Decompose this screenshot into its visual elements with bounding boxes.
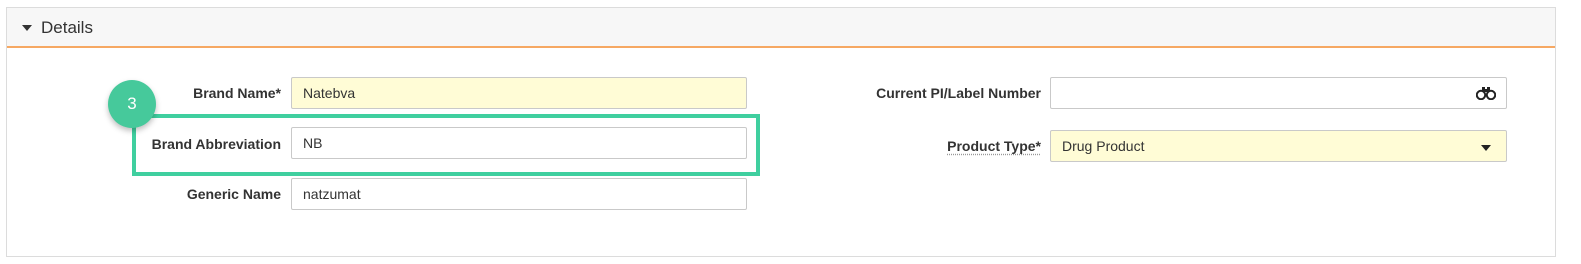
current-pi-label-number-input[interactable] [1050, 77, 1507, 109]
brand-name-input[interactable]: Natebva [291, 77, 747, 109]
caret-down-icon[interactable] [22, 25, 32, 31]
generic-name-input[interactable]: natzumat [291, 178, 747, 210]
product-type-value: Drug Product [1062, 138, 1145, 154]
highlight-box [132, 114, 760, 176]
current-pi-label-number-label: Current PI/Label Number [876, 85, 1041, 101]
details-panel-header[interactable]: Details [7, 8, 1555, 48]
generic-name-label: Generic Name [186, 186, 281, 202]
product-type-select[interactable]: Drug Product [1050, 130, 1507, 162]
chevron-down-icon[interactable] [1481, 145, 1491, 151]
product-type-label: Product Type* [947, 138, 1041, 154]
panel-title: Details [41, 18, 93, 37]
binoculars-icon[interactable] [1476, 86, 1496, 100]
step-badge: 3 [108, 80, 156, 128]
